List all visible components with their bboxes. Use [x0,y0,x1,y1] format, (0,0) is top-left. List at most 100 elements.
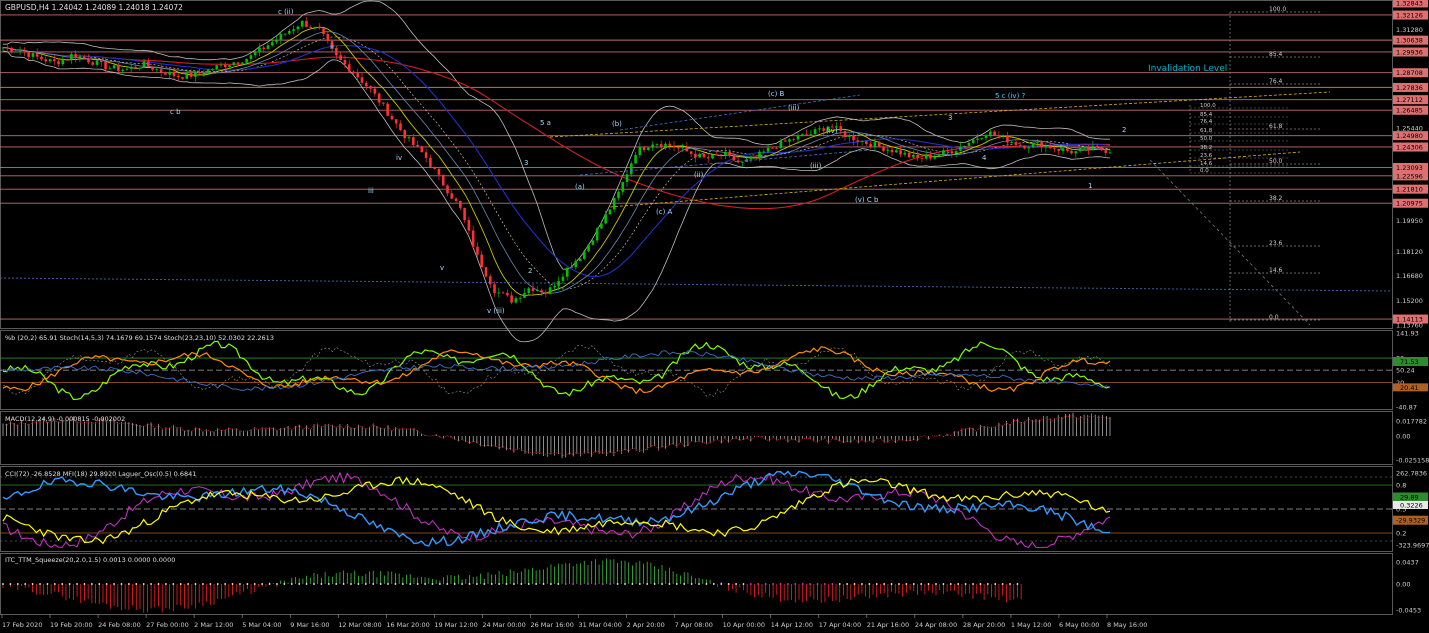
cci-tick: 0.2 [1396,530,1406,538]
candle-body [578,258,582,261]
candle-body [685,147,689,152]
candle-body [1078,148,1082,152]
candle-body [1031,142,1035,148]
candle-body [574,260,578,268]
stoch-slow-line [2,346,1111,395]
bollinger-lower [2,50,1111,343]
candle-body [912,154,915,158]
fib-inner-label: 0.0 [1200,168,1209,174]
squeeze-dot [727,583,730,585]
squeeze-dot [609,583,612,585]
squeeze-dot [1001,583,1004,585]
candle-body [416,144,419,147]
candle-body [1108,152,1112,154]
cci-title: CCI(72) -26.8528 MFI(18) 29.8920 Laguer_… [5,470,196,478]
squeeze-dot [949,583,952,585]
squeeze-dot [698,583,700,585]
wave-label: (c) A [656,208,673,216]
candle-body [100,60,103,62]
candle-body [493,284,496,293]
squeeze-dot [690,583,693,585]
squeeze-dot [298,583,301,585]
squeeze-dot [890,583,893,585]
squeeze-dot [401,583,404,585]
squeeze-dot [898,583,900,585]
squeeze-dot [475,583,478,585]
candle-body [309,27,313,29]
candle-body [1065,148,1069,151]
price-tick: 1.20975 [1396,200,1423,208]
squeeze-dot [816,583,819,585]
stoch-fast-line [2,340,1111,401]
candle-body [219,64,223,66]
stoch-title: %b (20,2) 65.91 Stoch(14,5,3) 74.1679 69… [5,334,274,342]
fib-inner-label: 38.2 [1200,145,1212,151]
squeeze-dot [113,583,115,585]
squeeze-dot [757,583,760,585]
squeeze-dot [9,583,12,585]
candle-body [382,102,385,104]
squeeze-dot [587,583,589,585]
time-tick: 17 Feb 2020 [2,621,42,629]
squeeze-dot [624,583,626,585]
price-tick: 1.27836 [1396,84,1423,92]
price-tick: 1.19950 [1396,217,1423,225]
candle-body [877,142,881,147]
candle-body [5,47,9,49]
candle-body [702,153,706,158]
candle-body [176,75,180,78]
candle-body [1036,141,1039,143]
candle-body [852,135,855,141]
time-tick: 14 Apr 12:00 [771,621,813,629]
time-tick: 26 Mar 16:00 [530,621,573,629]
squeeze-dot [135,583,138,585]
candle-body [433,166,436,169]
candle-body [843,130,847,137]
squeeze-dot [39,583,41,585]
candle-body [869,143,872,148]
candle-body [706,157,710,159]
wave-label: 5 c (iv) ? [995,92,1026,100]
price-tick: 1.24306 [1396,144,1423,152]
squeeze-dot [653,583,656,585]
candle-body [591,240,595,245]
squeeze-dot [142,583,145,585]
squeeze-dot [276,583,278,585]
candle-body [899,150,902,155]
candle-body [783,140,787,142]
fib-inner-label: 85.4 [1200,112,1213,118]
candle-body [933,156,937,159]
time-tick: 6 May 00:00 [1059,621,1099,629]
candle-body [681,147,684,149]
candle-body [147,61,150,67]
candle-body [818,128,821,130]
candle-body [48,59,52,62]
squeeze-dot [557,583,560,585]
time-tick: 19 Mar 12:00 [434,621,477,629]
candle-body [356,73,360,78]
candle-body [907,152,911,158]
squeeze-dot [498,583,501,585]
candle-body [339,55,342,61]
squeeze-dot [165,583,167,585]
squeeze-dot [705,583,708,585]
time-tick: 7 Apr 08:00 [675,621,713,629]
wave-label: (iv) [826,127,838,135]
macd-tick: 0.00 [1396,433,1410,441]
candle-body [241,62,244,64]
trading-chart[interactable]: 100.085.476.461.850.038.223.614.60.0100.… [0,0,1429,633]
candle-body [924,154,928,159]
candle-body [112,65,116,69]
squeeze-dot [712,583,715,585]
candle-body [202,73,206,75]
candle-body [129,66,133,69]
support-resistance-lines [0,12,1393,326]
candle-body [629,163,633,175]
candle-body [839,126,843,131]
fib-right-label: 38.2 [1269,195,1283,202]
squeeze-dot [853,583,856,585]
squeeze-dot [253,583,256,585]
squeeze-dot [446,583,449,585]
cci-line [2,470,1111,547]
candle-body [232,62,236,66]
